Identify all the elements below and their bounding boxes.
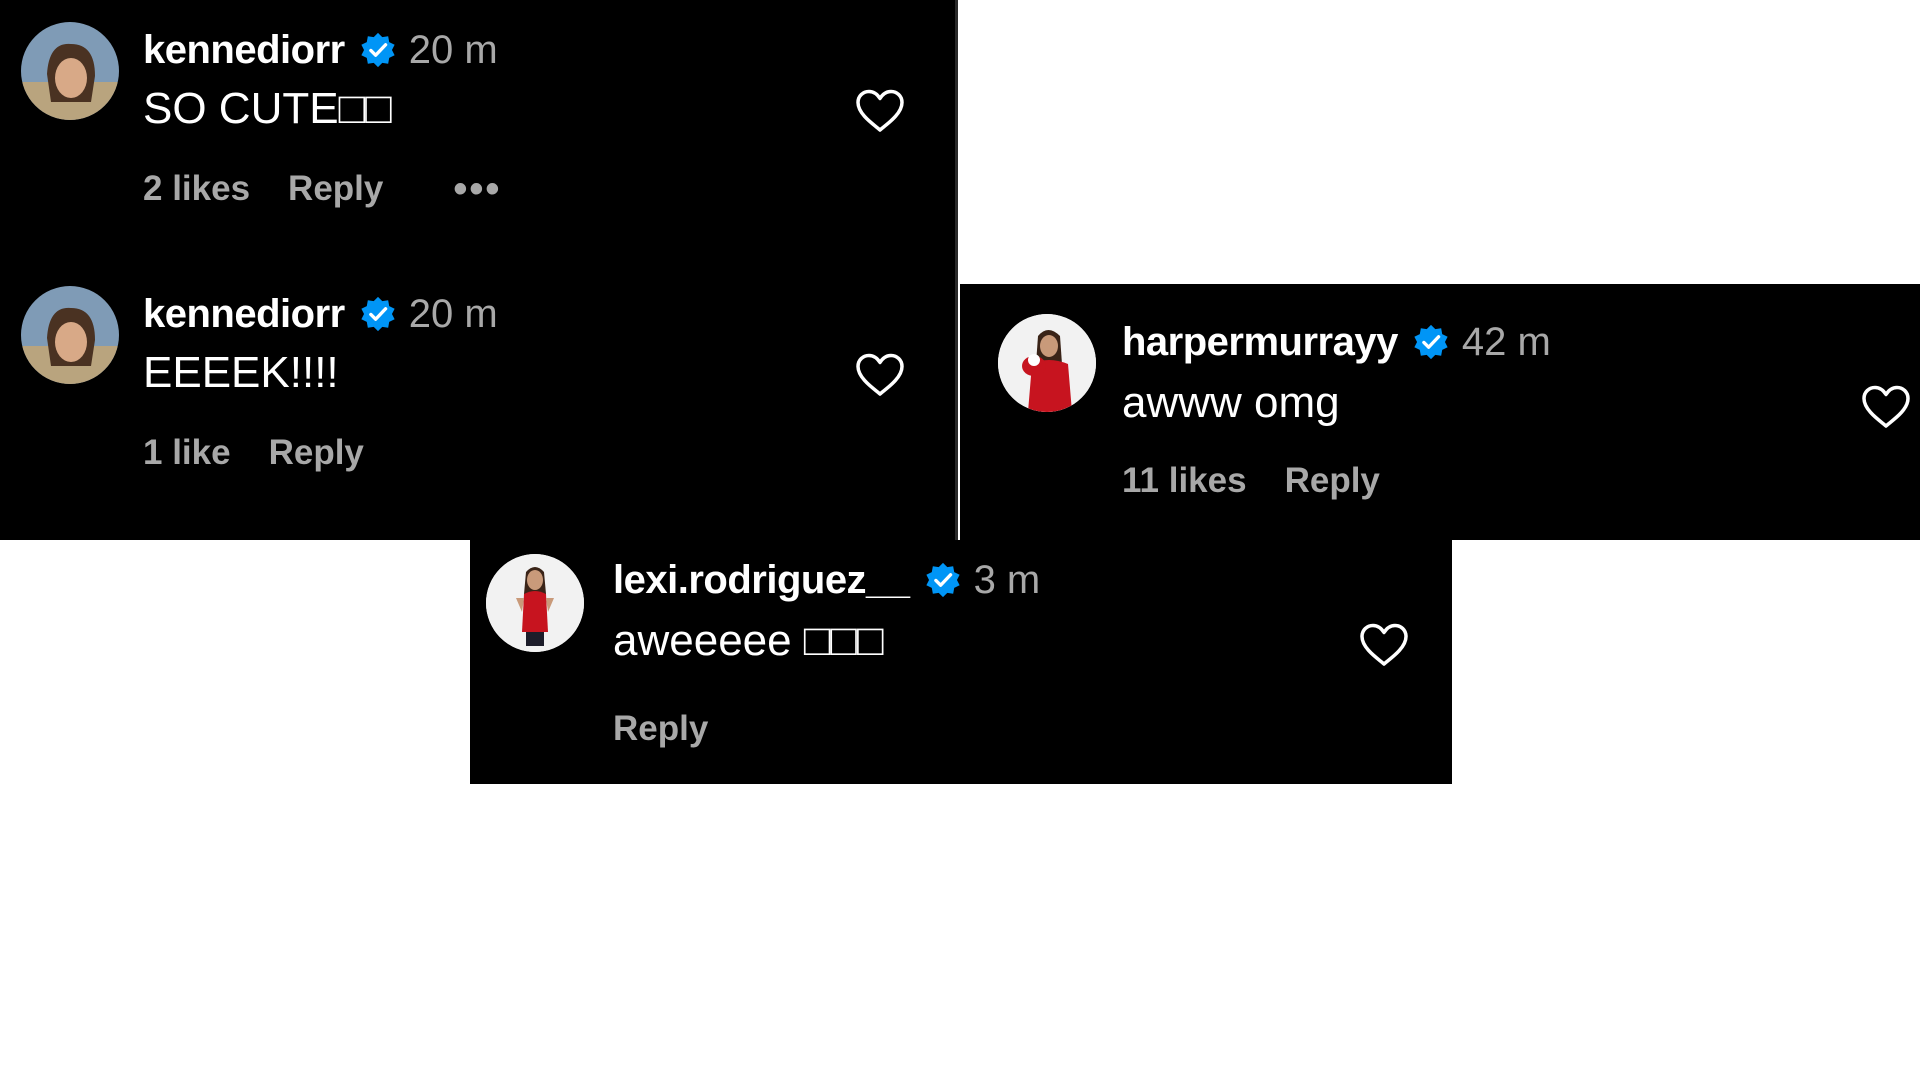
verified-badge-icon <box>1412 323 1450 361</box>
username[interactable]: harpermurrayy <box>1122 320 1398 365</box>
username[interactable]: kennediorr <box>143 292 345 337</box>
heart-outline-icon[interactable] <box>1358 622 1410 668</box>
comment-panel-right: harpermurrayy 42 m awww omg 11 likes Rep… <box>960 284 1920 540</box>
comment-actions: Reply <box>613 706 746 752</box>
comment-item: lexi.rodriguez__ 3 m aweeeee □□□ Reply <box>470 540 1452 784</box>
verified-badge-icon <box>359 295 397 333</box>
comment-actions: 2 likes Reply ••• <box>143 166 539 212</box>
comment-timestamp: 3 m <box>973 557 1041 602</box>
comment-text: SO CUTE□□ <box>143 84 392 133</box>
avatar[interactable] <box>486 554 584 652</box>
comment-timestamp: 20 m <box>408 27 498 72</box>
reply-button[interactable]: Reply <box>613 709 708 749</box>
comment-header: harpermurrayy 42 m <box>1122 318 1551 366</box>
heart-outline-icon[interactable] <box>854 352 906 398</box>
likes-count[interactable]: 2 likes <box>143 169 250 209</box>
comment-item: harpermurrayy 42 m awww omg 11 likes Rep… <box>960 284 1920 540</box>
reply-button[interactable]: Reply <box>1285 461 1380 501</box>
verified-badge-icon <box>924 561 962 599</box>
panel-divider <box>955 0 958 540</box>
comment-actions: 11 likes Reply <box>1122 458 1418 504</box>
comment-header: kennediorr 20 m <box>143 26 498 74</box>
likes-count[interactable]: 1 like <box>143 433 231 473</box>
heart-outline-icon[interactable] <box>1860 384 1912 430</box>
avatar[interactable] <box>998 314 1096 412</box>
comment-item: kennediorr 20 m SO CUTE□□ 2 likes Reply … <box>0 0 958 270</box>
comment-timestamp: 20 m <box>408 291 498 336</box>
comment-text: awww omg <box>1122 378 1340 427</box>
more-options-icon[interactable]: ••• <box>453 167 501 212</box>
comment-panel-left: kennediorr 20 m SO CUTE□□ 2 likes Reply … <box>0 0 958 540</box>
comment-text: EEEEK!!!! <box>143 348 339 397</box>
likes-count[interactable]: 11 likes <box>1122 461 1247 501</box>
heart-outline-icon[interactable] <box>854 88 906 134</box>
comment-text: aweeeee □□□ <box>613 616 884 665</box>
comment-panel-bottom: lexi.rodriguez__ 3 m aweeeee □□□ Reply <box>470 540 1452 784</box>
reply-button[interactable]: Reply <box>269 433 364 473</box>
comment-timestamp: 42 m <box>1461 319 1551 364</box>
verified-badge-icon <box>359 31 397 69</box>
comment-header: lexi.rodriguez__ 3 m <box>613 556 1040 604</box>
username[interactable]: kennediorr <box>143 28 345 73</box>
avatar[interactable] <box>21 22 119 120</box>
username[interactable]: lexi.rodriguez__ <box>613 558 910 603</box>
avatar[interactable] <box>21 286 119 384</box>
comment-item: kennediorr 20 m EEEEK!!!! 1 like Reply <box>0 270 958 540</box>
reply-button[interactable]: Reply <box>288 169 383 209</box>
comment-actions: 1 like Reply <box>143 430 402 476</box>
comment-header: kennediorr 20 m <box>143 290 498 338</box>
